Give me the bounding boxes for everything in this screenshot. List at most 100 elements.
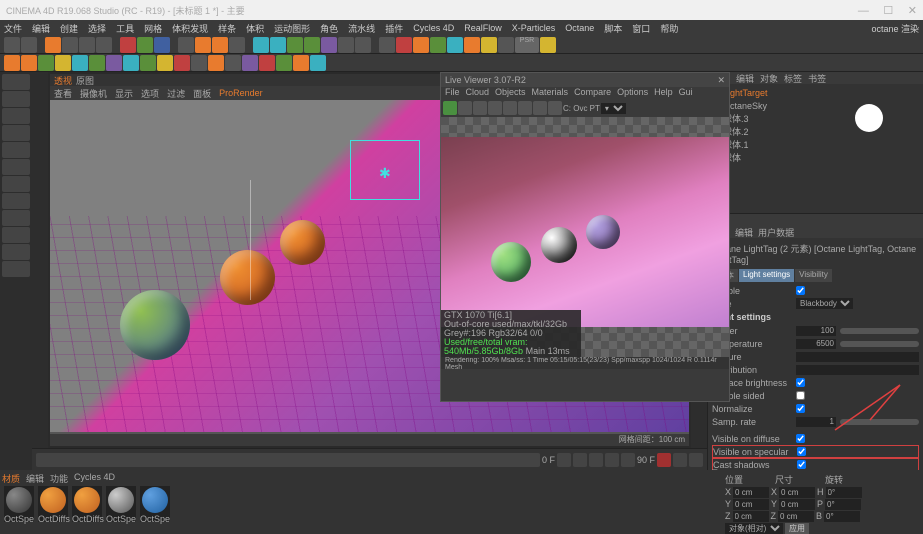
light-icon[interactable] [355, 37, 371, 53]
obj-row-sphere1[interactable]: 球体.1 [712, 138, 919, 151]
lv-lock-icon[interactable] [503, 101, 517, 115]
tl-auto-icon[interactable] [689, 453, 703, 467]
pos-x-input[interactable] [733, 487, 769, 498]
ls-point-icon[interactable] [2, 142, 30, 158]
tl-step-fwd-icon[interactable] [605, 453, 619, 467]
live-viewer-window[interactable]: Live Viewer 3.07-R2 ✕ File Cloud Objects… [440, 72, 730, 402]
lv-reload-icon[interactable] [458, 101, 472, 115]
ls-texture-icon[interactable] [2, 108, 30, 124]
ls-model-icon[interactable] [2, 91, 30, 107]
ls-workplane-icon[interactable] [2, 125, 30, 141]
tb2-13-icon[interactable] [208, 55, 224, 71]
menu-vol2[interactable]: 体积 [246, 22, 264, 35]
tool9-icon[interactable] [540, 37, 556, 53]
menu-mesh[interactable]: 网格 [144, 22, 162, 35]
undo-icon[interactable] [4, 37, 20, 53]
menu-create[interactable]: 创建 [60, 22, 78, 35]
texture-field[interactable] [796, 352, 919, 362]
snap-icon[interactable] [178, 37, 194, 53]
lv-compare[interactable]: Compare [574, 87, 611, 99]
type-select[interactable]: Blackbody [796, 298, 853, 309]
power-slider[interactable] [840, 328, 919, 334]
select-icon[interactable] [45, 37, 61, 53]
menu-window[interactable]: 窗口 [632, 22, 650, 35]
samp-slider[interactable] [840, 419, 919, 425]
scale-icon[interactable] [79, 37, 95, 53]
obj-obj[interactable]: 对象 [760, 72, 778, 84]
tool8-icon[interactable] [498, 37, 514, 53]
tool7-icon[interactable] [481, 37, 497, 53]
double-sided-checkbox[interactable] [796, 391, 805, 400]
tab-light-settings[interactable]: Light settings [739, 269, 794, 282]
tb2-8-icon[interactable] [123, 55, 139, 71]
tl-ruler[interactable] [36, 453, 540, 467]
rot-b-input[interactable] [824, 511, 860, 522]
move-icon[interactable] [62, 37, 78, 53]
ls-axis-icon[interactable] [2, 193, 30, 209]
menu-tools[interactable]: 工具 [116, 22, 134, 35]
rot-p-input[interactable] [825, 499, 861, 510]
cast-shadows-checkbox[interactable] [797, 460, 806, 469]
menu-volume[interactable]: 体积发现 [172, 22, 208, 35]
tl-play-icon[interactable] [589, 453, 603, 467]
lv-gui[interactable]: Gui [679, 87, 693, 99]
lv-focus-icon[interactable] [533, 101, 547, 115]
tb2-1-icon[interactable] [4, 55, 20, 71]
tb2-11-icon[interactable] [174, 55, 190, 71]
menu-cycles[interactable]: Cycles 4D [413, 23, 454, 33]
tool6-icon[interactable] [464, 37, 480, 53]
tb2-15-icon[interactable] [242, 55, 258, 71]
menu-realflow[interactable]: RealFlow [464, 23, 502, 33]
timeline[interactable]: 0 F 90 F [32, 448, 707, 470]
tb2-18-icon[interactable] [293, 55, 309, 71]
lv-settings-icon[interactable] [548, 101, 562, 115]
tb2-9-icon[interactable] [140, 55, 156, 71]
vp-filter[interactable]: 过滤 [167, 87, 185, 100]
minimize-button[interactable]: — [858, 5, 869, 17]
tb2-17-icon[interactable] [276, 55, 292, 71]
surf-bright-checkbox[interactable] [796, 378, 805, 387]
lv-region-icon[interactable] [488, 101, 502, 115]
dist-field[interactable] [796, 365, 919, 375]
obj-row-sphere2[interactable]: 球体.2 [712, 125, 919, 138]
mat-item-3[interactable]: OctDiffs [72, 486, 102, 522]
menu-edit[interactable]: 编辑 [32, 22, 50, 35]
obj-row-sphere0[interactable]: 球体 [712, 151, 919, 164]
sphere-green[interactable] [120, 290, 190, 360]
obj-row-lighttarget[interactable]: LightTarget [712, 86, 919, 99]
tool5-icon[interactable] [447, 37, 463, 53]
lv-help[interactable]: Help [654, 87, 673, 99]
ls-editable-icon[interactable] [2, 74, 30, 90]
tb2-5-icon[interactable] [72, 55, 88, 71]
mat-tab-edit[interactable]: 编辑 [26, 472, 44, 484]
coord-mode-select[interactable]: 对象(相对) [725, 523, 783, 534]
menu-select[interactable]: 选择 [88, 22, 106, 35]
tl-key-icon[interactable] [673, 453, 687, 467]
close-button[interactable]: ✕ [908, 5, 917, 17]
obj-row-sky[interactable]: OctaneSky [712, 99, 919, 112]
menu-octane-render[interactable]: octane 渲染 [871, 22, 919, 35]
tool4-icon[interactable] [430, 37, 446, 53]
environment-icon[interactable] [321, 37, 337, 53]
render-settings-icon[interactable] [229, 37, 245, 53]
normalize-checkbox[interactable] [796, 404, 805, 413]
vp-camera[interactable]: 摄像机 [80, 87, 107, 100]
tb2-16-icon[interactable] [259, 55, 275, 71]
pos-z-input[interactable] [733, 511, 769, 522]
axis-z-icon[interactable] [154, 37, 170, 53]
menu-plugins[interactable]: 插件 [385, 22, 403, 35]
spline-icon[interactable] [270, 37, 286, 53]
ls-edge-icon[interactable] [2, 159, 30, 175]
vp-view[interactable]: 查看 [54, 87, 72, 100]
lv-close-icon[interactable]: ✕ [717, 75, 725, 86]
lv-file[interactable]: File [445, 87, 460, 99]
tl-fwd-icon[interactable] [621, 453, 635, 467]
tb2-12-icon[interactable] [191, 55, 207, 71]
tool3-icon[interactable] [413, 37, 429, 53]
menu-character[interactable]: 角色 [320, 22, 338, 35]
redo-icon[interactable] [21, 37, 37, 53]
obj-row-sphere3[interactable]: 球体.3 [712, 112, 919, 125]
size-z-input[interactable] [778, 511, 814, 522]
light-target[interactable]: ✱ [350, 140, 420, 200]
menu-xparticles[interactable]: X-Particles [512, 23, 556, 33]
